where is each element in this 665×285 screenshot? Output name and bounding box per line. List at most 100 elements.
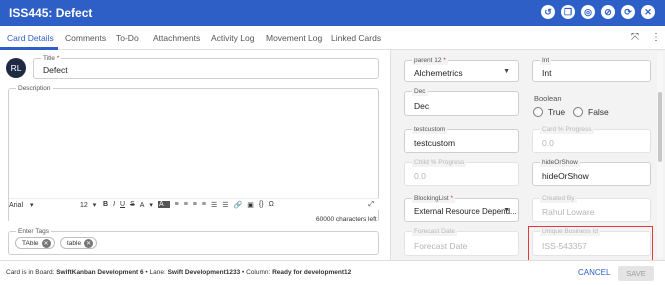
footer-bar: Card is in Board: SwiftKanban Developmen…: [0, 260, 665, 285]
card-title: ISS445: Defect: [9, 6, 93, 20]
radio-true[interactable]: [533, 107, 543, 117]
rich-text-toolbar: Arial ▾ 12 ▾ B I U S A ▾ A ≡ ≡ ≡ ≡ ☰ ☰ 🔗 ▣…: [9, 198, 379, 210]
description-label: Description: [16, 84, 53, 93]
no-entry-icon[interactable]: ⊘: [601, 5, 615, 19]
forecast-date-label: Forecast Date: [412, 227, 457, 236]
align-center-button[interactable]: ≡: [184, 201, 188, 208]
title-value: Defect: [43, 65, 68, 75]
tab-comments[interactable]: Comments: [65, 33, 106, 43]
special-char-icon[interactable]: Ω: [269, 201, 274, 208]
font-color-button[interactable]: A ▾: [140, 201, 153, 209]
close-icon[interactable]: ✕: [641, 5, 655, 19]
bold-button[interactable]: B: [103, 201, 108, 208]
font-family-select[interactable]: Arial ▾: [9, 201, 75, 209]
tab-attachments[interactable]: Attachments: [153, 33, 200, 43]
chevron-down-icon: ▼: [503, 68, 510, 75]
tag-label: table: [67, 239, 82, 247]
history-icon[interactable]: ↺: [541, 5, 555, 19]
globe-icon[interactable]: ◎: [581, 5, 595, 19]
refresh-icon[interactable]: ⟳: [621, 5, 635, 19]
code-icon[interactable]: {}: [259, 201, 264, 208]
dec-label: Dec: [412, 87, 428, 96]
board-name: SwiftKanban Development 6: [56, 269, 144, 276]
lane-prefix: • Lane:: [143, 269, 168, 276]
created-by-label: Created By: [540, 194, 577, 203]
column-prefix: • Column:: [240, 269, 273, 276]
required-marker: *: [450, 195, 454, 202]
header-bar: ISS445: Defect ↺ ❐ ◎ ⊘ ⟳ ✕: [0, 0, 665, 26]
header-actions: ↺ ❐ ◎ ⊘ ⟳ ✕: [541, 5, 655, 19]
unique-business-id-field: Unique Business Id ISS-543357: [532, 227, 651, 256]
tag-chip: TAble ✕: [15, 237, 55, 249]
align-justify-button[interactable]: ≡: [202, 201, 206, 208]
unique-business-id-value: ISS-543357: [542, 241, 587, 251]
fullscreen-icon[interactable]: ⤢: [368, 201, 374, 209]
blocking-list-select[interactable]: BlockingList * External Resource Depend.…: [404, 194, 519, 222]
expand-icon[interactable]: ⤧: [631, 32, 639, 43]
tab-bar: Card Details Comments To-Do Attachments …: [0, 26, 665, 50]
unique-business-id-label: Unique Business Id: [540, 227, 601, 236]
child-progress-label: Child % Progress: [412, 158, 467, 167]
link-icon[interactable]: 🔗: [234, 201, 243, 209]
board-prefix: Card is in Board:: [6, 269, 57, 276]
boolean-label: Boolean: [534, 94, 562, 103]
parent12-select[interactable]: parent 12 * Alchemetrics ▼: [404, 56, 519, 82]
required-marker: *: [443, 57, 446, 64]
tab-to-do[interactable]: To-Do: [116, 33, 139, 43]
radio-true-label: True: [548, 107, 566, 117]
font-size-select[interactable]: 12 ▾: [80, 201, 98, 209]
scrollbar-thumb[interactable]: [658, 92, 662, 162]
testcustom-field[interactable]: testcustom testcustom: [404, 125, 519, 153]
dec-field[interactable]: Dec Dec: [404, 87, 519, 116]
image-icon[interactable]: ▣: [247, 201, 254, 209]
required-marker: *: [56, 55, 60, 62]
testcustom-value: testcustom: [414, 138, 456, 148]
strikethrough-button[interactable]: S: [130, 201, 135, 208]
dec-value: Dec: [414, 101, 430, 111]
forecast-date-field[interactable]: Forecast Date Forecast Date: [404, 227, 519, 256]
blocking-list-label: BlockingList: [414, 195, 449, 202]
tags-label: Enter Tags: [16, 227, 51, 236]
radio-false[interactable]: [573, 107, 583, 117]
chevron-down-icon: ▼: [503, 207, 510, 214]
lane-name: Swift Development1233: [167, 269, 241, 276]
remove-tag-icon[interactable]: ✕: [41, 238, 51, 248]
card-location-info: Card is in Board: SwiftKanban Developmen…: [6, 269, 351, 276]
tab-linked-cards[interactable]: Linked Cards: [331, 33, 381, 43]
remove-tag-icon[interactable]: ✕: [84, 238, 94, 248]
card-progress-value: 0.0: [542, 138, 554, 148]
child-progress-field: Child % Progress 0.0: [404, 158, 519, 186]
title-label: Title: [43, 55, 56, 62]
title-field[interactable]: Title * Defect: [33, 54, 379, 79]
child-progress-value: 0.0: [414, 171, 426, 181]
radio-false-label: False: [588, 107, 609, 117]
copy-icon[interactable]: ❐: [561, 5, 575, 19]
hide-or-show-value: hideOrShow: [542, 171, 589, 181]
italic-button[interactable]: I: [113, 201, 115, 208]
created-by-field: Created By Rahul Loware: [532, 194, 651, 222]
int-value: Int: [542, 68, 552, 78]
int-field[interactable]: Int Int: [532, 56, 651, 82]
tag-label: TAble: [22, 239, 39, 247]
tab-movement-log[interactable]: Movement Log: [266, 33, 322, 43]
numbered-list-button[interactable]: ☰: [222, 201, 228, 209]
char-count: 60000 characters left: [316, 216, 377, 223]
underline-button[interactable]: U: [120, 201, 125, 208]
cancel-button[interactable]: CANCEL: [578, 268, 610, 277]
tab-card-details[interactable]: Card Details: [7, 33, 54, 43]
highlight-color-button[interactable]: A: [157, 201, 170, 208]
more-options-icon[interactable]: ⋮: [651, 32, 661, 43]
created-by-value: Rahul Loware: [542, 207, 595, 217]
bullet-list-button[interactable]: ☰: [211, 201, 217, 209]
hide-or-show-field[interactable]: hideOrShow hideOrShow: [532, 158, 651, 186]
int-label: Int: [540, 56, 552, 65]
testcustom-label: testcustom: [412, 125, 448, 134]
align-left-button[interactable]: ≡: [175, 201, 179, 208]
align-right-button[interactable]: ≡: [193, 201, 197, 208]
save-button[interactable]: SAVE: [618, 266, 654, 281]
tab-activity-log[interactable]: Activity Log: [211, 33, 254, 43]
parent12-value: Alchemetrics: [414, 68, 463, 78]
column-name: Ready for development12: [272, 269, 352, 276]
parent12-label: parent 12: [414, 57, 442, 64]
forecast-date-value: Forecast Date: [414, 241, 468, 251]
